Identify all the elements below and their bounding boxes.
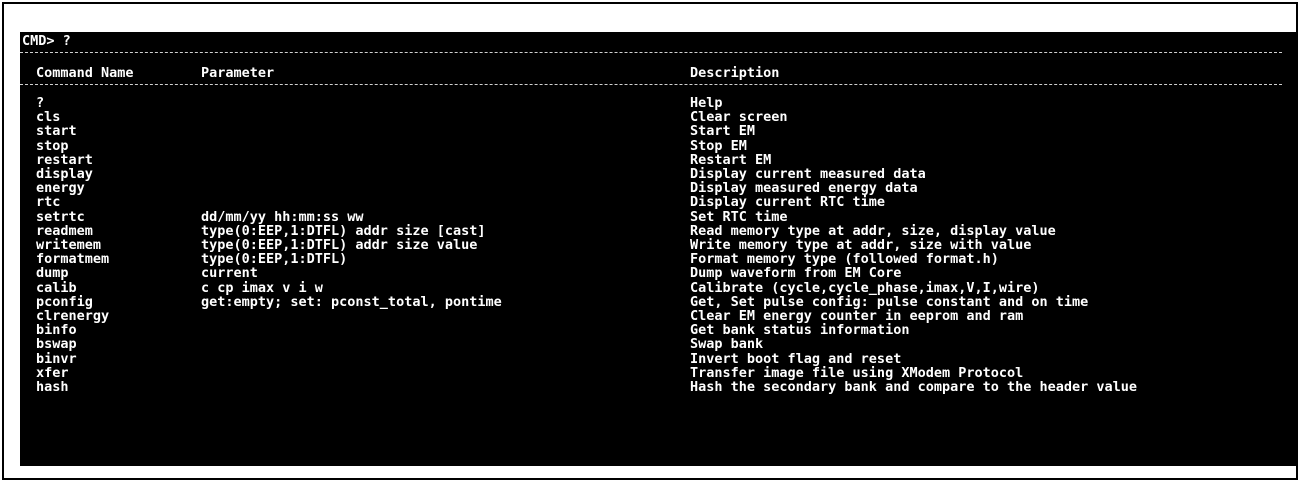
description-cell: Stop EM [690,137,747,154]
command-name-cell: hash [36,379,69,395]
parameter-cell: type(0:EEP,1:DTFL) addr size value [201,237,478,253]
description-cell: Swap bank [690,336,764,353]
parameter-cell: current [201,265,258,282]
command-name-cell: stop [36,137,69,154]
description-cell: Start EM [690,123,756,140]
command-prompt: CMD> ? [22,33,71,49]
console-window[interactable]: CMD> ? Command Name Parameter Descriptio… [20,32,1298,466]
command-name-cell: formatmem [36,251,110,268]
parameter-cell: type(0:EEP,1:DTFL) [201,251,348,268]
command-name-cell: readmem [36,222,93,239]
description-cell: Get, Set pulse config: pulse constant an… [690,293,1089,310]
command-name-cell: binfo [36,322,77,339]
command-name-cell: energy [36,180,85,197]
command-name-cell: bswap [36,336,77,353]
description-cell: Read memory type at addr, size, display … [690,222,1056,239]
description-cell: Get bank status information [690,322,910,339]
command-name-cell: display [36,166,93,182]
header-parameter: Parameter [201,65,275,81]
description-cell: Help [690,95,723,111]
header-description: Description [690,65,780,81]
description-cell: Write memory type at addr, size with val… [690,237,1032,253]
parameter-cell: type(0:EEP,1:DTFL) addr size [cast] [201,222,486,239]
description-cell: Format memory type (followed format.h) [690,251,999,268]
command-name-cell: ? [36,95,45,111]
header-command-name: Command Name [36,65,134,81]
command-name-cell: clrenergy [36,308,110,324]
description-cell: Calibrate (cycle,cycle_phase,imax,V,I,wi… [690,279,1040,296]
description-cell: Dump waveform from EM Core [690,265,902,282]
command-name-cell: start [36,123,77,140]
parameter-cell: get:empty; set: pconst_total, pontime [201,293,502,310]
command-name-cell: xfer [36,364,69,381]
command-name-cell: dump [36,265,69,282]
description-cell: Clear screen [690,109,788,126]
description-cell: Clear EM energy counter in eeprom and ra… [690,308,1024,324]
description-cell: Transfer image file using XModem Protoco… [690,364,1024,381]
command-name-cell: setrtc [36,208,85,225]
command-name-cell: pconfig [36,293,93,310]
table-header-row: Command Name Parameter Description [20,66,779,80]
header-top-divider [20,52,1282,54]
command-name-cell: cls [36,109,61,126]
description-cell: Display current measured data [690,166,926,182]
parameter-cell: c cp imax v i w [201,279,323,296]
header-bottom-divider [20,84,1282,86]
command-prompt-line: CMD> ? [20,34,71,48]
description-cell: Hash the secondary bank and compare to t… [690,379,1138,395]
command-name-cell: writemem [36,237,102,253]
command-name-cell: binvr [36,350,77,367]
command-name-cell: restart [36,151,93,168]
parameter-cell: dd/mm/yy hh:mm:ss ww [201,208,364,225]
description-cell: Display measured energy data [690,180,918,197]
description-cell: Invert boot flag and reset [690,350,902,367]
description-cell: Display current RTC time [690,194,886,211]
description-cell: Set RTC time [690,208,788,225]
description-cell: Restart EM [690,151,772,168]
command-name-cell: calib [36,279,77,296]
command-name-cell: rtc [36,194,61,211]
